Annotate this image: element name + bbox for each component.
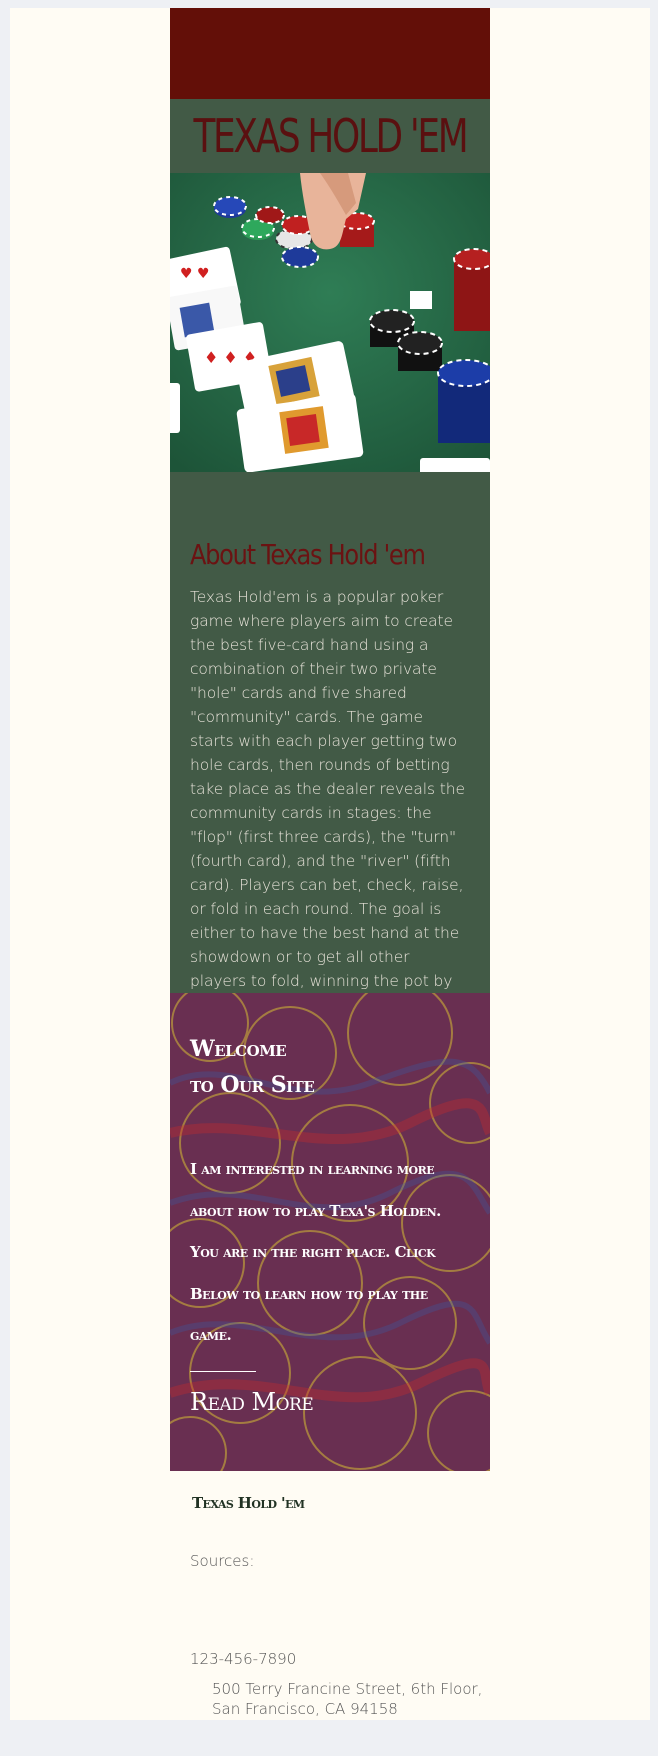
page: Texas Hold 'em ♥ ♥ ♦ ♦ ♦ [10,8,650,1720]
address-line-2: San Francisco, CA 94158 [212,1699,398,1718]
welcome-section: Welcome to Our Site I am interested in l… [170,993,490,1471]
about-body-text: Texas Hold'em is a popular poker game wh… [190,588,465,1014]
footer-site-title[interactable]: Texas Hold 'em [192,1494,305,1512]
site-title[interactable]: Texas Hold 'em [194,109,469,163]
welcome-title-line-2: to Our Site [190,1072,315,1098]
sources-label: Sources: [190,1552,255,1570]
header-color-band [170,8,490,99]
about-section: About Texas Hold 'em Texas Hold'em is a … [170,472,490,1014]
address-line-1: 500 Terry Francine Street, 6th Floor, [212,1680,483,1698]
read-more-link[interactable]: Read More [190,1388,314,1416]
poker-table-photo: ♥ ♥ ♦ ♦ ♦ [170,173,490,472]
address: 500 Terry Francine Street, 6th Floor, Sa… [212,1680,482,1719]
about-heading: About Texas Hold 'em [190,538,426,571]
welcome-title-line-1: Welcome [190,1036,287,1062]
welcome-title: Welcome to Our Site [190,1031,470,1103]
hero-image: ♥ ♥ ♦ ♦ ♦ [170,173,490,472]
welcome-text: I am interested in learning more about h… [190,1160,441,1344]
svg-text:♥ ♥: ♥ ♥ [180,266,210,282]
content-column: Texas Hold 'em ♥ ♥ ♦ ♦ ♦ [170,8,490,1471]
phone-number: 123-456-7890 [190,1650,297,1668]
site-title-band: Texas Hold 'em [170,99,490,173]
welcome-content: Welcome to Our Site I am interested in l… [190,1031,470,1416]
divider-line [190,1370,256,1372]
